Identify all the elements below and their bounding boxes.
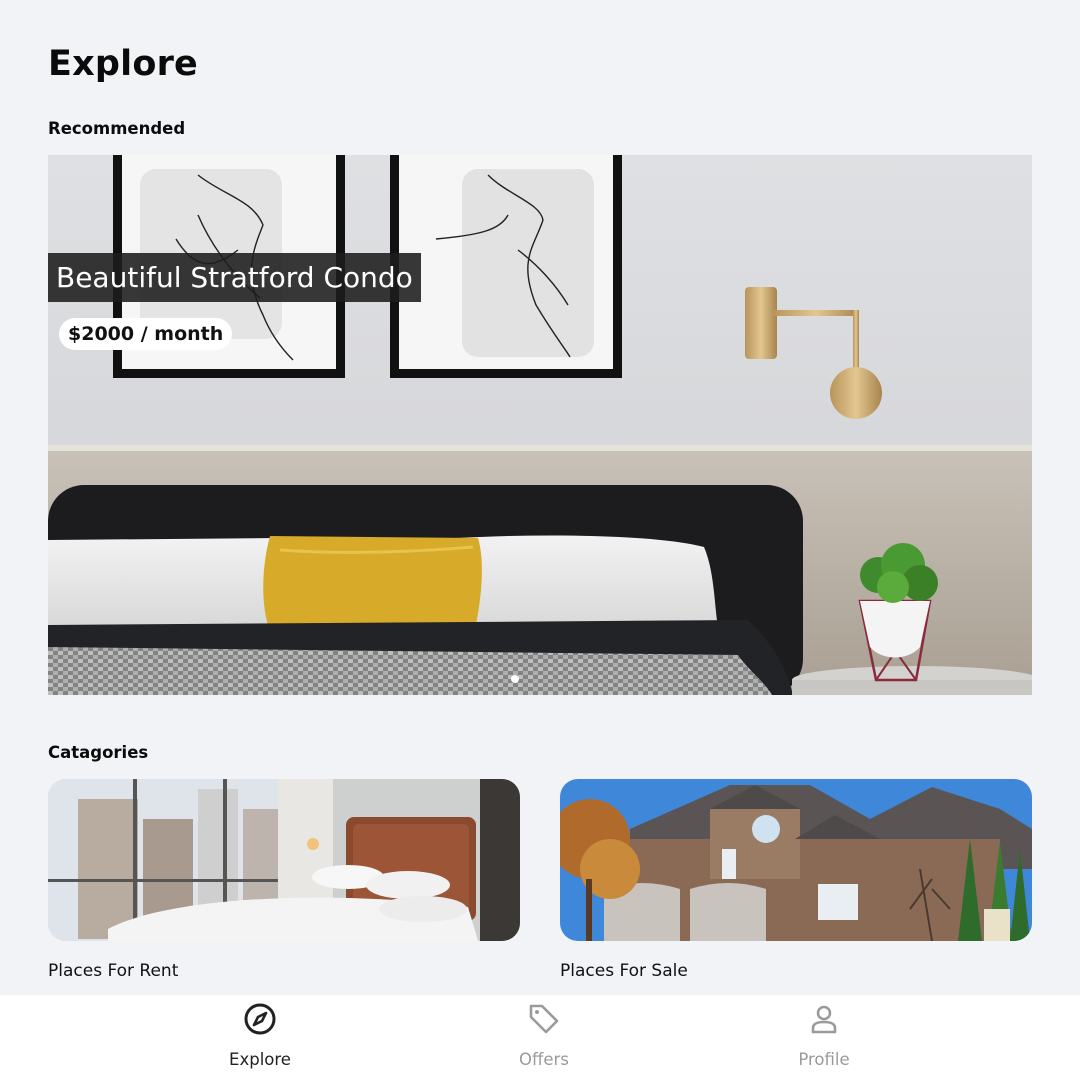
carousel-pager — [511, 675, 519, 683]
category-label: Places For Sale — [560, 961, 688, 981]
listing-title: Beautiful Stratford Condo — [48, 253, 421, 302]
category-label: Places For Rent — [48, 961, 179, 981]
bottom-navigation: Explore Offers Profile — [0, 995, 1080, 1080]
nav-item-offers[interactable]: Offers — [464, 995, 624, 1080]
featured-listing-image — [48, 155, 1032, 695]
nav-label: Profile — [798, 1050, 850, 1069]
categories-heading: Catagories — [48, 743, 149, 762]
nav-label: Explore — [229, 1050, 291, 1069]
person-icon — [811, 1005, 837, 1034]
page-title: Explore — [48, 44, 198, 84]
recommended-heading: Recommended — [48, 119, 186, 138]
nav-item-profile[interactable]: Profile — [744, 995, 904, 1080]
compass-icon — [244, 1003, 276, 1035]
sale-image — [560, 779, 1032, 941]
category-card-rent[interactable] — [48, 779, 520, 941]
carousel-dot[interactable] — [511, 675, 519, 683]
category-card-sale[interactable] — [560, 779, 1032, 941]
featured-listing-card[interactable]: Beautiful Stratford Condo $2000 / month — [48, 155, 1032, 695]
nav-label: Offers — [519, 1050, 569, 1069]
price-badge: $2000 / month — [59, 318, 233, 350]
nav-item-explore[interactable]: Explore — [180, 995, 340, 1080]
tag-icon — [529, 1004, 559, 1034]
rent-image — [48, 779, 520, 941]
